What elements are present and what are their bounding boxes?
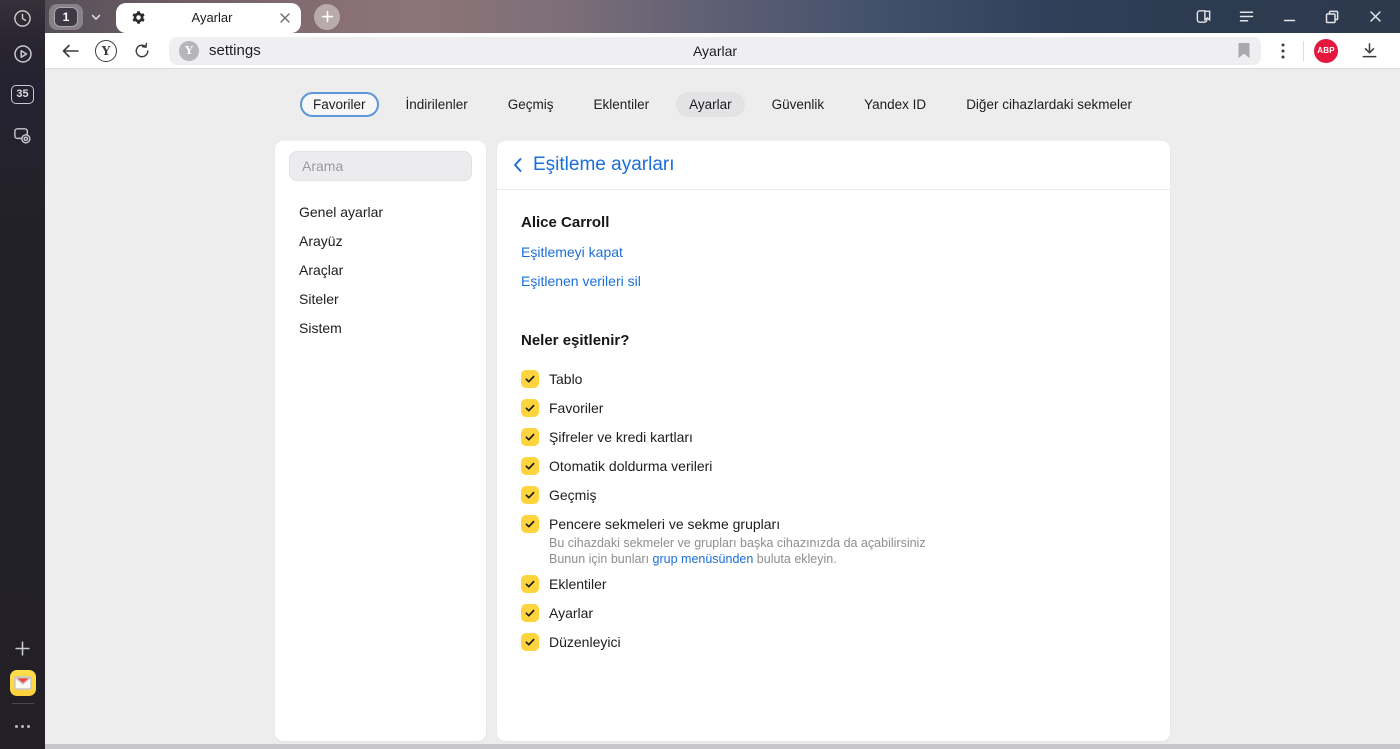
badge-35-label: 35 — [11, 84, 34, 104]
sync-item-tablo[interactable]: Tablo — [521, 370, 582, 388]
tab-counter-value: 1 — [54, 6, 78, 27]
tab-ayarlar[interactable]: Ayarlar — [676, 92, 745, 117]
tab-groups-note: Bu cihazdaki sekmeler ve grupları başka … — [549, 535, 1146, 567]
window-titlebar: 1 Ayarlar — [45, 0, 1400, 33]
omnibox-more-menu-icon[interactable] — [1273, 37, 1293, 65]
add-panel-icon[interactable] — [8, 633, 38, 663]
tab-close-icon[interactable] — [279, 12, 291, 24]
sync-item-eklentiler[interactable]: Eklentiler — [521, 575, 607, 593]
side-panel-icon[interactable] — [1194, 8, 1212, 26]
settings-top-nav: Favoriler İndirilenler Geçmiş Eklentiler… — [45, 92, 1400, 117]
counter-badge[interactable]: 35 — [8, 79, 38, 109]
note-line2-suffix: buluta ekleyin. — [753, 552, 837, 566]
sync-item-favoriler[interactable]: Favoriler — [521, 399, 603, 417]
checkbox-checked-icon[interactable] — [521, 515, 539, 533]
section-title: Neler eşitlenir? — [521, 332, 630, 349]
page-title: Eşitleme ayarları — [533, 154, 675, 175]
checkbox-checked-icon[interactable] — [521, 575, 539, 593]
screenshot-icon[interactable] — [8, 120, 38, 150]
checkbox-checked-icon[interactable] — [521, 399, 539, 417]
history-clock-icon[interactable] — [8, 3, 38, 33]
adblock-plus-extension-icon[interactable]: ABP — [1314, 38, 1338, 63]
tab-list-chevron-down-icon[interactable] — [89, 10, 103, 24]
settings-page-favicon: Y — [179, 40, 199, 61]
search-input[interactable] — [289, 151, 472, 181]
gear-favicon-icon — [130, 10, 145, 25]
tab-title: Ayarlar — [191, 10, 233, 25]
tab-gecmis[interactable]: Geçmiş — [495, 92, 567, 117]
hamburger-menu-icon[interactable] — [1237, 8, 1255, 26]
yandex-logo-icon: Y — [95, 39, 117, 62]
note-line2-prefix: Bunun için bunları — [549, 552, 653, 566]
checkbox-checked-icon[interactable] — [521, 633, 539, 651]
check-label: Eklentiler — [549, 576, 607, 592]
settings-page: Favoriler İndirilenler Geçmiş Eklentiler… — [45, 70, 1400, 744]
tab-eklentiler[interactable]: Eklentiler — [581, 92, 663, 117]
sidebar-item-sistem[interactable]: Sistem — [275, 314, 486, 343]
sync-item-pencere-sekmeleri[interactable]: Pencere sekmeleri ve sekme grupları — [521, 515, 780, 533]
sync-item-ayarlar[interactable]: Ayarlar — [521, 604, 593, 622]
settings-nav-list: Genel ayarlar Arayüz Araçlar Siteler Sis… — [275, 198, 486, 343]
sync-settings-back-header[interactable]: Eşitleme ayarları — [497, 141, 1170, 190]
group-menu-link[interactable]: grup menüsünden — [653, 552, 754, 566]
window-restore-icon[interactable] — [1323, 8, 1341, 26]
check-label: Ayarlar — [549, 605, 594, 621]
tab-diger-cihazlar[interactable]: Diğer cihazlardaki sekmeler — [953, 92, 1145, 117]
check-label: Favoriler — [549, 400, 604, 416]
check-label: Düzenleyici — [549, 634, 621, 650]
account-name: Alice Carroll — [521, 214, 610, 231]
play-media-icon[interactable] — [8, 39, 38, 69]
sync-item-sifreler[interactable]: Şifreler ve kredi kartları — [521, 428, 693, 446]
delete-synced-data-link[interactable]: Eşitlenen verileri sil — [521, 273, 641, 290]
checkbox-checked-icon[interactable] — [521, 486, 539, 504]
sidebar-item-araclar[interactable]: Araçlar — [275, 256, 486, 285]
sidebar-item-genel-ayarlar[interactable]: Genel ayarlar — [275, 198, 486, 227]
address-bar: Y Y settings Ayarlar ABP — [45, 33, 1400, 69]
tab-favoriler[interactable]: Favoriler — [299, 92, 379, 117]
back-chevron-icon — [512, 157, 523, 173]
tab-indirilenler[interactable]: İndirilenler — [393, 92, 481, 117]
url-omnibox[interactable]: Y settings Ayarlar — [169, 36, 1261, 65]
addressbar-separator — [1303, 40, 1304, 61]
sync-item-duzenleyici[interactable]: Düzenleyici — [521, 633, 621, 651]
note-line1: Bu cihazdaki sekmeler ve grupları başka … — [549, 536, 926, 550]
check-label: Şifreler ve kredi kartları — [549, 429, 693, 445]
tab-yandex-id[interactable]: Yandex ID — [851, 92, 939, 117]
window-close-icon[interactable] — [1366, 8, 1384, 26]
window-minimize-icon[interactable] — [1280, 8, 1298, 26]
checkbox-checked-icon[interactable] — [521, 457, 539, 475]
disable-sync-link[interactable]: Eşitlemeyi kapat — [521, 244, 623, 261]
sync-settings-panel: Eşitleme ayarları Alice Carroll Eşitleme… — [497, 141, 1170, 741]
active-browser-tab[interactable]: Ayarlar — [116, 2, 301, 33]
yandex-mail-icon[interactable] — [9, 670, 36, 696]
new-tab-button[interactable] — [314, 3, 340, 30]
check-label: Tablo — [549, 371, 583, 387]
tab-guvenlik[interactable]: Güvenlik — [759, 92, 838, 117]
downloads-icon[interactable] — [1352, 37, 1386, 65]
checkbox-checked-icon[interactable] — [521, 370, 539, 388]
rail-more-menu-icon[interactable] — [8, 711, 38, 741]
check-label: Otomatik doldurma verileri — [549, 458, 713, 474]
sidebar-item-siteler[interactable]: Siteler — [275, 285, 486, 314]
browser-side-rail: 35 — [0, 0, 45, 749]
check-label: Pencere sekmeleri ve sekme grupları — [549, 516, 781, 532]
checkbox-checked-icon[interactable] — [521, 428, 539, 446]
sidebar-item-arayuz[interactable]: Arayüz — [275, 227, 486, 256]
url-text: settings — [209, 42, 261, 59]
settings-nav-panel: Genel ayarlar Arayüz Araçlar Siteler Sis… — [275, 141, 486, 741]
checkbox-checked-icon[interactable] — [521, 604, 539, 622]
bookmark-flag-icon[interactable] — [1237, 42, 1251, 59]
yandex-home-button[interactable]: Y — [89, 37, 123, 65]
refresh-icon[interactable] — [125, 37, 159, 65]
sync-item-otomatik-doldurma[interactable]: Otomatik doldurma verileri — [521, 457, 712, 475]
tab-counter-button[interactable]: 1 — [49, 3, 83, 30]
window-bottom-edge — [45, 744, 1400, 749]
sync-item-gecmis[interactable]: Geçmiş — [521, 486, 596, 504]
rail-divider — [11, 703, 34, 704]
omnibox-page-title: Ayarlar — [692, 42, 738, 59]
back-arrow-icon[interactable] — [53, 37, 87, 65]
check-label: Geçmiş — [549, 487, 597, 503]
